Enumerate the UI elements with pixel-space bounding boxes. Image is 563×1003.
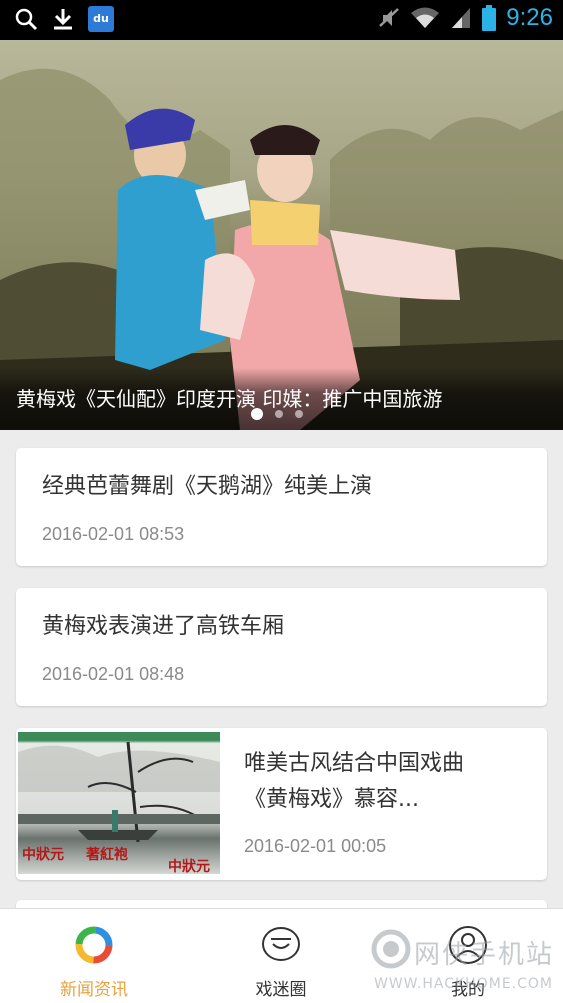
tab-label: 新闻资讯 bbox=[60, 980, 128, 1000]
carousel-dot[interactable] bbox=[295, 410, 303, 418]
news-title: 经典芭蕾舞剧《天鹅湖》纯美上演 bbox=[42, 474, 373, 499]
banner-title: 黄梅戏《天仙配》印度开演 印媒：推广中国旅游 bbox=[16, 387, 443, 411]
download-icon bbox=[54, 9, 72, 30]
news-title: 黄梅戏表演进了高铁车厢 bbox=[42, 614, 285, 639]
thumbnail-caption: 中狀元 bbox=[168, 859, 210, 874]
bottom-navigation: 新闻资讯 戏迷圈 我的 bbox=[0, 908, 563, 1003]
news-thumbnail: 中狀元 著紅袍 中狀元 bbox=[18, 732, 220, 874]
news-time: 2016-02-01 08:48 bbox=[42, 664, 185, 684]
clock: 9:26 bbox=[506, 4, 553, 31]
news-card[interactable]: 经典芭蕾舞剧《天鹅湖》纯美上演 2016-02-01 08:53 bbox=[16, 448, 547, 566]
tab-label: 戏迷圈 bbox=[255, 980, 307, 1000]
baidu-icon: du bbox=[88, 6, 114, 32]
thumbnail-caption: 中狀元 bbox=[22, 847, 64, 863]
news-ring-icon bbox=[75, 926, 113, 964]
news-title: 唯美古风结合中国戏曲《黄梅戏》慕容... bbox=[244, 751, 465, 812]
user-profile-icon bbox=[449, 926, 487, 964]
mute-icon bbox=[379, 8, 400, 27]
wifi-icon bbox=[411, 7, 440, 28]
tab-label: 我的 bbox=[451, 980, 485, 1000]
chat-bubble-icon bbox=[262, 927, 300, 961]
signal-icon bbox=[452, 8, 471, 28]
banner-carousel[interactable]: 黄梅戏《天仙配》印度开演 印媒：推广中国旅游 bbox=[0, 40, 563, 430]
tab-fans-circle[interactable]: 戏迷圈 bbox=[221, 909, 341, 1003]
news-card[interactable]: 黄梅戏表演进了高铁车厢 2016-02-01 08:48 bbox=[16, 588, 547, 706]
tab-news[interactable]: 新闻资讯 bbox=[34, 909, 154, 1003]
search-icon bbox=[15, 8, 38, 31]
status-bar: du 9:26 bbox=[0, 0, 563, 40]
thumbnail-caption: 著紅袍 bbox=[86, 847, 128, 863]
news-time: 2016-02-01 08:53 bbox=[42, 524, 185, 544]
news-card-with-thumbnail[interactable]: 中狀元 著紅袍 中狀元 唯美古风结合中国戏曲《黄梅戏》慕容... 2016-02… bbox=[16, 728, 547, 880]
news-time: 2016-02-01 00:05 bbox=[244, 836, 387, 856]
battery-icon bbox=[482, 5, 497, 31]
carousel-indicator bbox=[251, 408, 303, 420]
tab-profile[interactable]: 我的 bbox=[408, 909, 528, 1003]
carousel-dot[interactable] bbox=[251, 408, 263, 420]
carousel-dot[interactable] bbox=[275, 410, 283, 418]
banner-caption-bar: 黄梅戏《天仙配》印度开演 印媒：推广中国旅游 bbox=[0, 368, 563, 430]
